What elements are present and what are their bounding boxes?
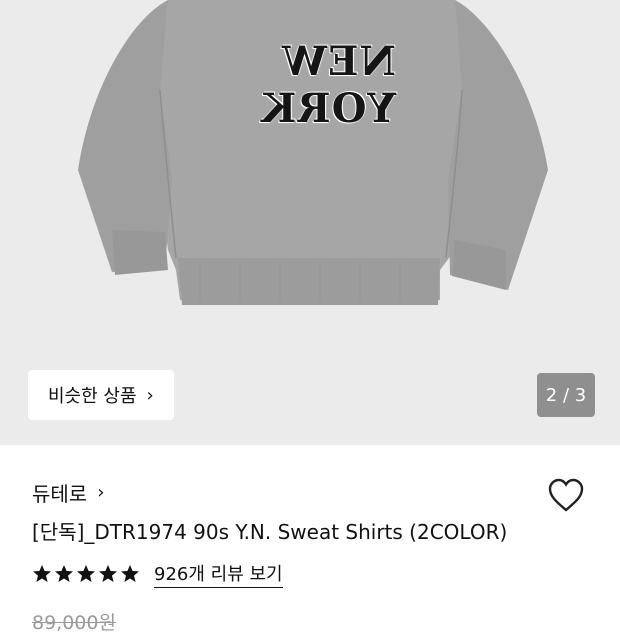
star-icon — [77, 565, 95, 582]
similar-products-button[interactable]: 비슷한 상품 › — [28, 370, 174, 420]
product-title: [단독]_DTR1974 90s Y.N. Sweat Shirts (2COL… — [32, 520, 508, 544]
product-image-gallery[interactable]: NEW YORK 비슷한 상품 › 2 / 3 — [0, 0, 620, 445]
image-counter: 2 / 3 — [537, 373, 595, 417]
star-icon — [33, 565, 51, 582]
star-icon — [55, 565, 73, 582]
image-counter-label: 2 / 3 — [545, 384, 587, 406]
chevron-right-icon: › — [97, 482, 105, 503]
brand-link[interactable]: 듀테로 › — [32, 478, 104, 507]
rating-row: 926개 리뷰 보기 — [32, 560, 283, 588]
original-price: 89,000원 — [32, 612, 116, 634]
star-icon — [121, 565, 139, 582]
similar-products-label: 비슷한 상품 — [48, 386, 137, 407]
heart-icon[interactable] — [546, 476, 586, 516]
print-graphic: NEW YORK — [260, 38, 396, 132]
star-icon — [99, 565, 117, 582]
chevron-right-icon: › — [146, 384, 154, 406]
review-link[interactable]: 926개 리뷰 보기 — [154, 560, 283, 588]
brand-name: 듀테로 — [32, 482, 88, 506]
rating-stars — [32, 564, 140, 584]
